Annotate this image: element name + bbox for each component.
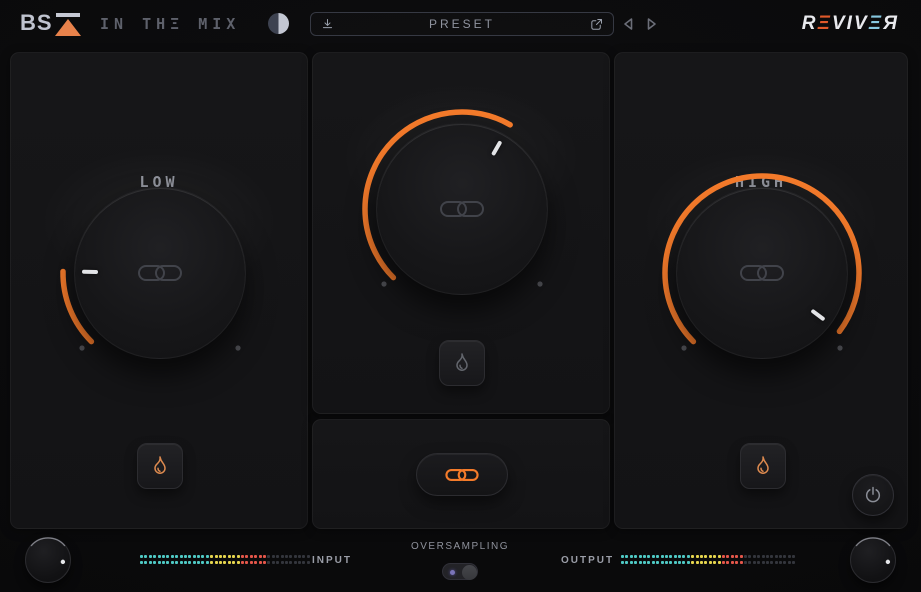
plugin-window: BS IN THΞ MIX PRESET RΞVIVΞЯ bbox=[0, 0, 921, 592]
input-gain-knob[interactable] bbox=[25, 537, 71, 583]
output-label: OUTPUT bbox=[561, 555, 614, 566]
link-indicator-icon bbox=[439, 198, 485, 220]
high-gain-knob[interactable] bbox=[652, 163, 872, 383]
logo-letter: Я bbox=[883, 13, 899, 34]
mid-gain-knob[interactable] bbox=[352, 99, 572, 319]
logo-letter: Ξ bbox=[869, 13, 884, 34]
flame-icon bbox=[751, 454, 775, 478]
reviver-logo[interactable]: RΞVIVΞЯ bbox=[802, 13, 899, 35]
output-level-meter bbox=[621, 555, 795, 564]
oversampling-toggle[interactable] bbox=[442, 563, 478, 580]
low-band-panel: LOW bbox=[10, 52, 308, 529]
mid-flame-button[interactable] bbox=[439, 340, 485, 386]
input-label: INPUT bbox=[312, 555, 352, 566]
link-indicator-icon bbox=[739, 262, 785, 284]
toggle-thumb bbox=[462, 565, 477, 580]
prev-preset-arrow[interactable] bbox=[622, 17, 634, 31]
band-link-button[interactable] bbox=[416, 453, 508, 496]
low-gain-knob[interactable] bbox=[50, 163, 270, 383]
logo-letter: Ξ bbox=[817, 13, 832, 34]
next-preset-arrow[interactable] bbox=[646, 17, 658, 31]
bsa-logo[interactable]: BS bbox=[20, 10, 81, 36]
link-indicator-icon bbox=[137, 262, 183, 284]
input-level-meter bbox=[140, 555, 310, 564]
logo-letter: R bbox=[802, 13, 818, 34]
app-title: IN THΞ MIX bbox=[100, 15, 240, 33]
logo-letter: V bbox=[832, 13, 847, 34]
logo-letter: I bbox=[847, 13, 854, 34]
mid-band-panel: MID bbox=[312, 52, 610, 414]
knob-indicator bbox=[850, 537, 896, 583]
flame-icon bbox=[450, 351, 474, 375]
contrast-toggle-icon[interactable] bbox=[268, 13, 289, 34]
output-gain-knob[interactable] bbox=[850, 537, 896, 583]
flame-icon bbox=[148, 454, 172, 478]
preset-name[interactable]: PRESET bbox=[429, 17, 495, 31]
save-preset-icon[interactable] bbox=[320, 17, 335, 32]
preset-bar: PRESET bbox=[310, 12, 614, 36]
high-band-panel: HIGH bbox=[614, 52, 908, 529]
bsa-logo-triangle-icon bbox=[55, 10, 81, 36]
oversampling-label: OVERSAMPLING bbox=[380, 541, 540, 552]
logo-letter: V bbox=[854, 13, 869, 34]
low-flame-button[interactable] bbox=[137, 443, 183, 489]
power-button[interactable] bbox=[852, 474, 894, 516]
bsa-logo-text: BS bbox=[20, 10, 53, 36]
toggle-state-dot bbox=[450, 570, 455, 575]
chain-link-icon bbox=[443, 466, 481, 484]
open-preset-icon[interactable] bbox=[589, 17, 604, 32]
high-flame-button[interactable] bbox=[740, 443, 786, 489]
knob-indicator bbox=[25, 537, 71, 583]
header-bar: BS IN THΞ MIX PRESET RΞVIVΞЯ bbox=[0, 0, 921, 48]
power-icon bbox=[863, 485, 883, 505]
link-panel bbox=[312, 419, 610, 529]
